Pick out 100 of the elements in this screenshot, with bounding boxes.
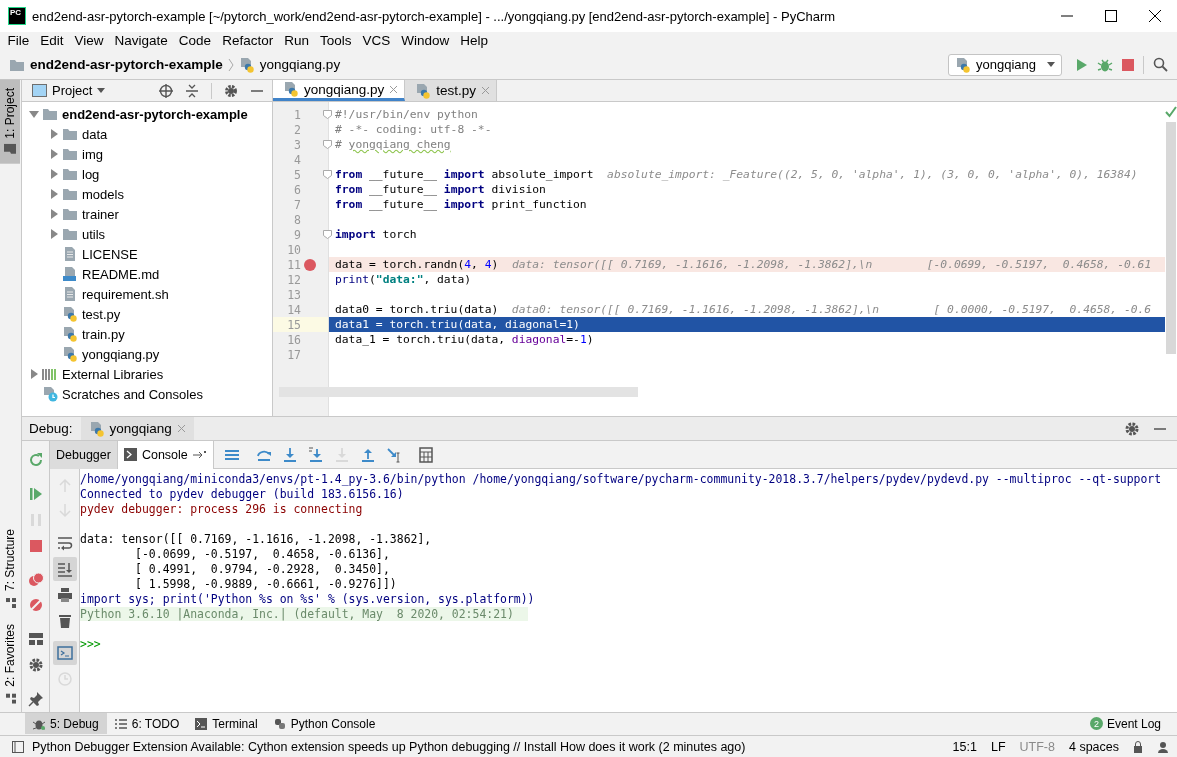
expand-arrow-icon[interactable] — [49, 169, 59, 179]
fold-marker-icon[interactable] — [323, 110, 332, 119]
menu-item[interactable]: Navigate — [109, 32, 174, 50]
expand-arrow-icon[interactable] — [49, 189, 59, 199]
tree-item[interactable]: img — [62, 146, 103, 162]
scroll-to-end-icon[interactable] — [56, 561, 73, 577]
scrollbar[interactable] — [279, 387, 638, 397]
tree-item[interactable]: requirement.sh — [62, 286, 169, 302]
expand-arrow-icon[interactable] — [49, 129, 59, 139]
maximize-icon[interactable] — [1104, 9, 1118, 23]
window-title: end2end-asr-pytorch-example [~/pytorch_work/end2end-asr-pytorch-example] - .../yongqiang.py [end2end-asr-pytorch-example] - PyCharm — [32, 8, 837, 24]
menu-item[interactable]: Help — [454, 32, 494, 50]
soft-wrap-icon[interactable] — [56, 535, 73, 551]
tree-item[interactable]: models — [62, 186, 124, 202]
expand-arrow-icon[interactable] — [49, 229, 59, 239]
menu-item[interactable]: VCS — [356, 32, 396, 50]
search-icon[interactable] — [1153, 57, 1168, 72]
tree-item[interactable]: LICENSE — [62, 246, 138, 262]
console-line: pydev debugger: process 296 is connecting — [80, 502, 363, 516]
printer-icon[interactable] — [56, 587, 73, 603]
menu-item[interactable]: Refactor — [216, 32, 279, 50]
collapse-arrow-icon[interactable] — [29, 109, 39, 119]
pin-icon[interactable] — [27, 691, 44, 708]
breakpoint-icon[interactable] — [304, 258, 316, 271]
run-to-cursor-icon[interactable] — [385, 446, 402, 463]
step-into-icon[interactable] — [281, 446, 298, 463]
menu-item[interactable]: Edit — [34, 32, 70, 50]
stop-icon[interactable] — [27, 537, 44, 554]
fold-marker-icon[interactable] — [323, 230, 332, 239]
collapse-all-icon[interactable] — [185, 83, 199, 98]
run-configuration-dropdown[interactable]: yongqiang — [948, 53, 1062, 76]
run-icon[interactable] — [1074, 57, 1088, 72]
session-tab[interactable]: yongqiang — [80, 417, 194, 440]
tool-window-tab[interactable]: 5: Debug — [25, 713, 107, 734]
settings-icon[interactable] — [27, 657, 44, 674]
tool-window-tab[interactable]: Terminal — [187, 713, 266, 734]
tool-window-tab[interactable]: 7: Structure — [0, 521, 20, 617]
tool-window-tab[interactable]: 2: Favorites — [0, 616, 20, 712]
breadcrumb[interactable]: yongqiang.py — [238, 56, 341, 73]
tree-item[interactable]: train.py — [62, 326, 125, 342]
calculator-icon[interactable] — [417, 446, 434, 463]
panel-title[interactable]: Project — [52, 83, 93, 98]
rerun-icon[interactable] — [27, 451, 44, 468]
menu-item[interactable]: Window — [395, 32, 455, 50]
tree-item[interactable]: Scratches and Consoles — [42, 386, 203, 402]
event-log-button[interactable]: 2 Event Log — [1089, 716, 1177, 731]
menu-item[interactable]: View — [69, 32, 110, 50]
debug-tab[interactable]: Debugger — [50, 440, 118, 469]
menu-item[interactable]: Run — [278, 32, 315, 50]
tree-item[interactable]: External Libraries — [42, 366, 164, 382]
line-separator[interactable]: LF — [990, 739, 1006, 754]
code-line: from __future__ import division — [335, 182, 546, 197]
settings-icon[interactable] — [224, 83, 238, 98]
tree-item[interactable]: README.md — [62, 266, 160, 282]
inline-value-hint: data: tensor([[ 0.7169, -1.1616, -1.2098, -1.3862],\n [-0.0699, -0.5197, 0.4658, -0.61 — [511, 257, 1152, 272]
menu-item[interactable]: Tools — [314, 32, 357, 50]
fold-marker-icon[interactable] — [323, 140, 332, 149]
panel-title: Debug: — [28, 421, 74, 436]
step-into-my-code-icon[interactable] — [307, 446, 324, 463]
tree-item[interactable]: utils — [62, 226, 106, 242]
editor-tab[interactable]: test.py — [405, 80, 498, 101]
step-out-icon[interactable] — [359, 446, 376, 463]
settings-icon[interactable] — [1125, 421, 1139, 436]
tool-window-tab[interactable]: Python Console — [265, 713, 384, 734]
lock-icon[interactable] — [1133, 740, 1143, 753]
scrollbar[interactable] — [1166, 122, 1176, 354]
tree-item[interactable]: yongqiang.py — [62, 346, 160, 362]
tool-window-tab[interactable]: 1: Project — [0, 80, 20, 164]
tree-item[interactable]: test.py — [62, 306, 121, 322]
pin-arrow-icon[interactable] — [192, 450, 207, 459]
layout-icon[interactable] — [27, 631, 44, 648]
code-line: data = torch.randn(4, 4) — [335, 257, 499, 272]
cursor-position[interactable]: 15:1 — [952, 739, 977, 754]
mute-breakpoints-icon[interactable] — [27, 597, 44, 614]
resume-icon[interactable] — [27, 485, 44, 502]
expand-arrow-icon[interactable] — [49, 149, 59, 159]
tree-item[interactable]: data — [62, 126, 108, 142]
locate-icon[interactable] — [159, 83, 173, 98]
tree-item[interactable]: end2end-asr-pytorch-example — [42, 106, 248, 122]
editor-tab[interactable]: yongqiang.py — [273, 80, 406, 101]
tree-item[interactable]: log — [62, 166, 100, 182]
line-number: 4 — [293, 152, 301, 167]
line-number: 10 — [286, 242, 301, 257]
inspector-icon[interactable] — [1157, 740, 1169, 753]
panel-toggle-icon[interactable] — [12, 740, 24, 753]
stop-icon[interactable] — [1122, 58, 1134, 71]
tool-window-tab[interactable]: 6: TODO — [106, 713, 188, 734]
breakpoints-icon[interactable] — [27, 571, 44, 588]
fold-marker-icon[interactable] — [323, 170, 332, 179]
indent-setting[interactable]: 4 spaces — [1068, 739, 1119, 754]
expand-arrow-icon[interactable] — [29, 369, 39, 379]
menu-item[interactable]: Code — [173, 32, 217, 50]
menu-item[interactable]: File — [2, 32, 35, 50]
close-icon[interactable] — [1148, 9, 1162, 23]
tree-item[interactable]: trainer — [62, 206, 119, 222]
caret-icon[interactable] — [97, 88, 106, 93]
breadcrumb[interactable]: end2end-asr-pytorch-example — [9, 56, 223, 73]
expand-arrow-icon[interactable] — [49, 209, 59, 219]
debug-tab[interactable]: Console — [117, 440, 214, 469]
trash-icon[interactable] — [56, 613, 73, 629]
